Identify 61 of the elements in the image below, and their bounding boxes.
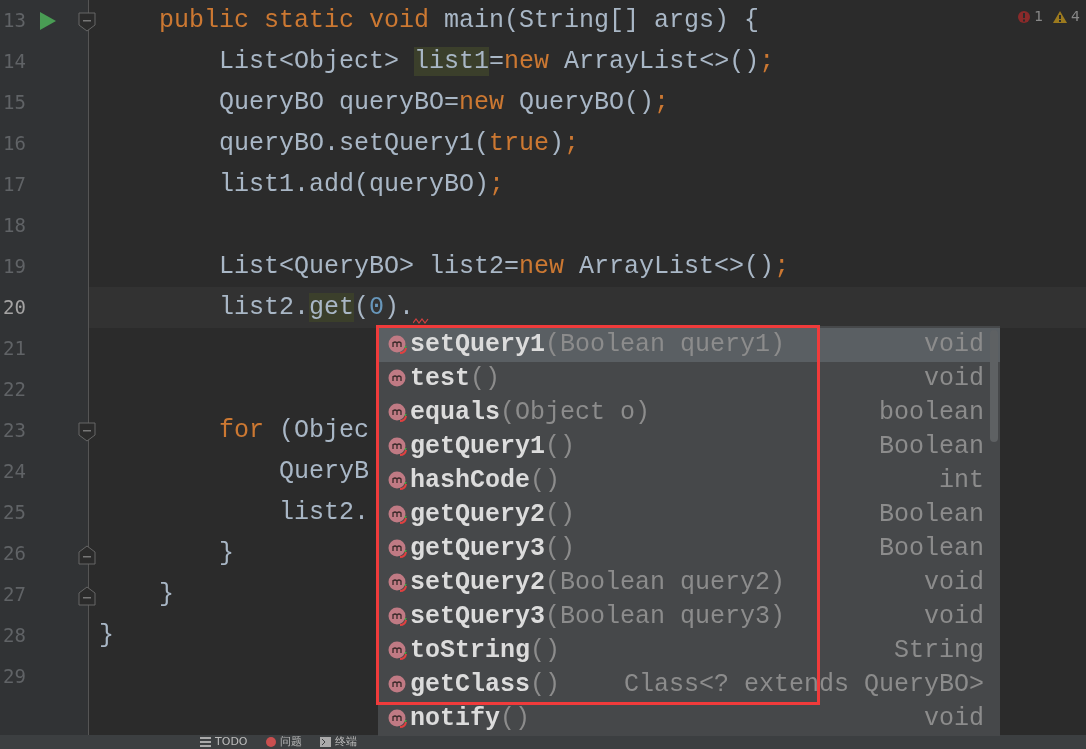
warning-icon[interactable] <box>1053 10 1068 23</box>
code-line: List<Object> list1=new ArrayList<>(); <box>218 46 775 78</box>
method-signature: getQuery1() <box>410 431 576 464</box>
completion-item[interactable]: test() void <box>378 362 1000 396</box>
return-type: void <box>924 601 984 634</box>
code-line: public static void main(String[] args) { <box>158 5 760 37</box>
completion-item[interactable]: hashCode() int <box>378 464 1000 498</box>
error-count: 1 <box>1034 7 1044 26</box>
method-signature: notify() <box>410 703 531 736</box>
tool-window-tab[interactable]: TODO <box>200 735 248 749</box>
code-line: list2. <box>278 497 370 529</box>
code-line: } <box>218 538 235 570</box>
code-line: } <box>98 620 114 652</box>
completion-item[interactable]: setQuery2(Boolean query2) void <box>378 566 1000 600</box>
fold-icon[interactable] <box>78 422 96 442</box>
fold-icon[interactable] <box>78 586 96 606</box>
method-signature: getQuery2() <box>410 499 576 532</box>
tool-window-tab[interactable]: 问题 <box>265 735 302 749</box>
fold-icon[interactable] <box>78 12 96 32</box>
list-icon <box>200 737 211 747</box>
return-type: String <box>894 635 984 668</box>
completion-item[interactable]: equals(Object o) boolean <box>378 396 1000 430</box>
return-type: Boolean <box>878 499 984 532</box>
return-type: Boolean <box>878 431 984 464</box>
method-signature: toString() <box>410 635 561 668</box>
method-signature: setQuery2(Boolean query2) <box>410 567 786 600</box>
method-signature: test() <box>410 363 501 396</box>
completion-item[interactable]: getQuery1() Boolean <box>378 430 1000 464</box>
line-number: 20 <box>2 295 26 321</box>
error-icon <box>265 737 276 747</box>
completion-item[interactable]: notify() void <box>378 702 1000 736</box>
method-signature: hashCode() <box>410 465 561 498</box>
code-line: } <box>158 579 174 611</box>
run-icon[interactable] <box>40 11 56 30</box>
method-signature: getClass() <box>410 669 561 702</box>
fold-icon[interactable] <box>78 545 96 565</box>
error-icon[interactable] <box>1018 10 1031 23</box>
code-line: list2.get(0). <box>218 292 415 324</box>
method-signature: setQuery3(Boolean query3) <box>410 601 786 634</box>
code-line: QueryB <box>278 456 370 488</box>
scrollbar-thumb[interactable] <box>990 330 998 442</box>
return-type: void <box>924 703 984 736</box>
warning-count: 4 <box>1071 7 1080 26</box>
return-type: Boolean <box>878 533 984 566</box>
method-signature: equals(Object o) <box>410 397 651 430</box>
completion-item[interactable]: getQuery3() Boolean <box>378 532 1000 566</box>
code-line: List<QueryBO> list2=new ArrayList<>(); <box>218 251 790 283</box>
completion-item[interactable]: setQuery3(Boolean query3) void <box>378 600 1000 634</box>
tool-window-tab[interactable]: 终端 <box>319 735 357 749</box>
return-type: void <box>924 363 984 396</box>
code-line: queryBO.setQuery1(true); <box>218 128 580 160</box>
return-type: int <box>939 465 984 498</box>
completion-item[interactable]: toString() String <box>378 634 1000 668</box>
return-type: boolean <box>878 397 984 430</box>
method-signature: getQuery3() <box>410 533 576 566</box>
return-type: void <box>924 567 984 600</box>
completion-item[interactable]: getQuery2() Boolean <box>378 498 1000 532</box>
code-line: for (Objec <box>218 415 370 447</box>
code-line: QueryBO queryBO=new QueryBO(); <box>218 87 670 119</box>
code-line: list1.add(queryBO); <box>218 169 505 201</box>
error-squiggle-icon <box>413 318 429 324</box>
